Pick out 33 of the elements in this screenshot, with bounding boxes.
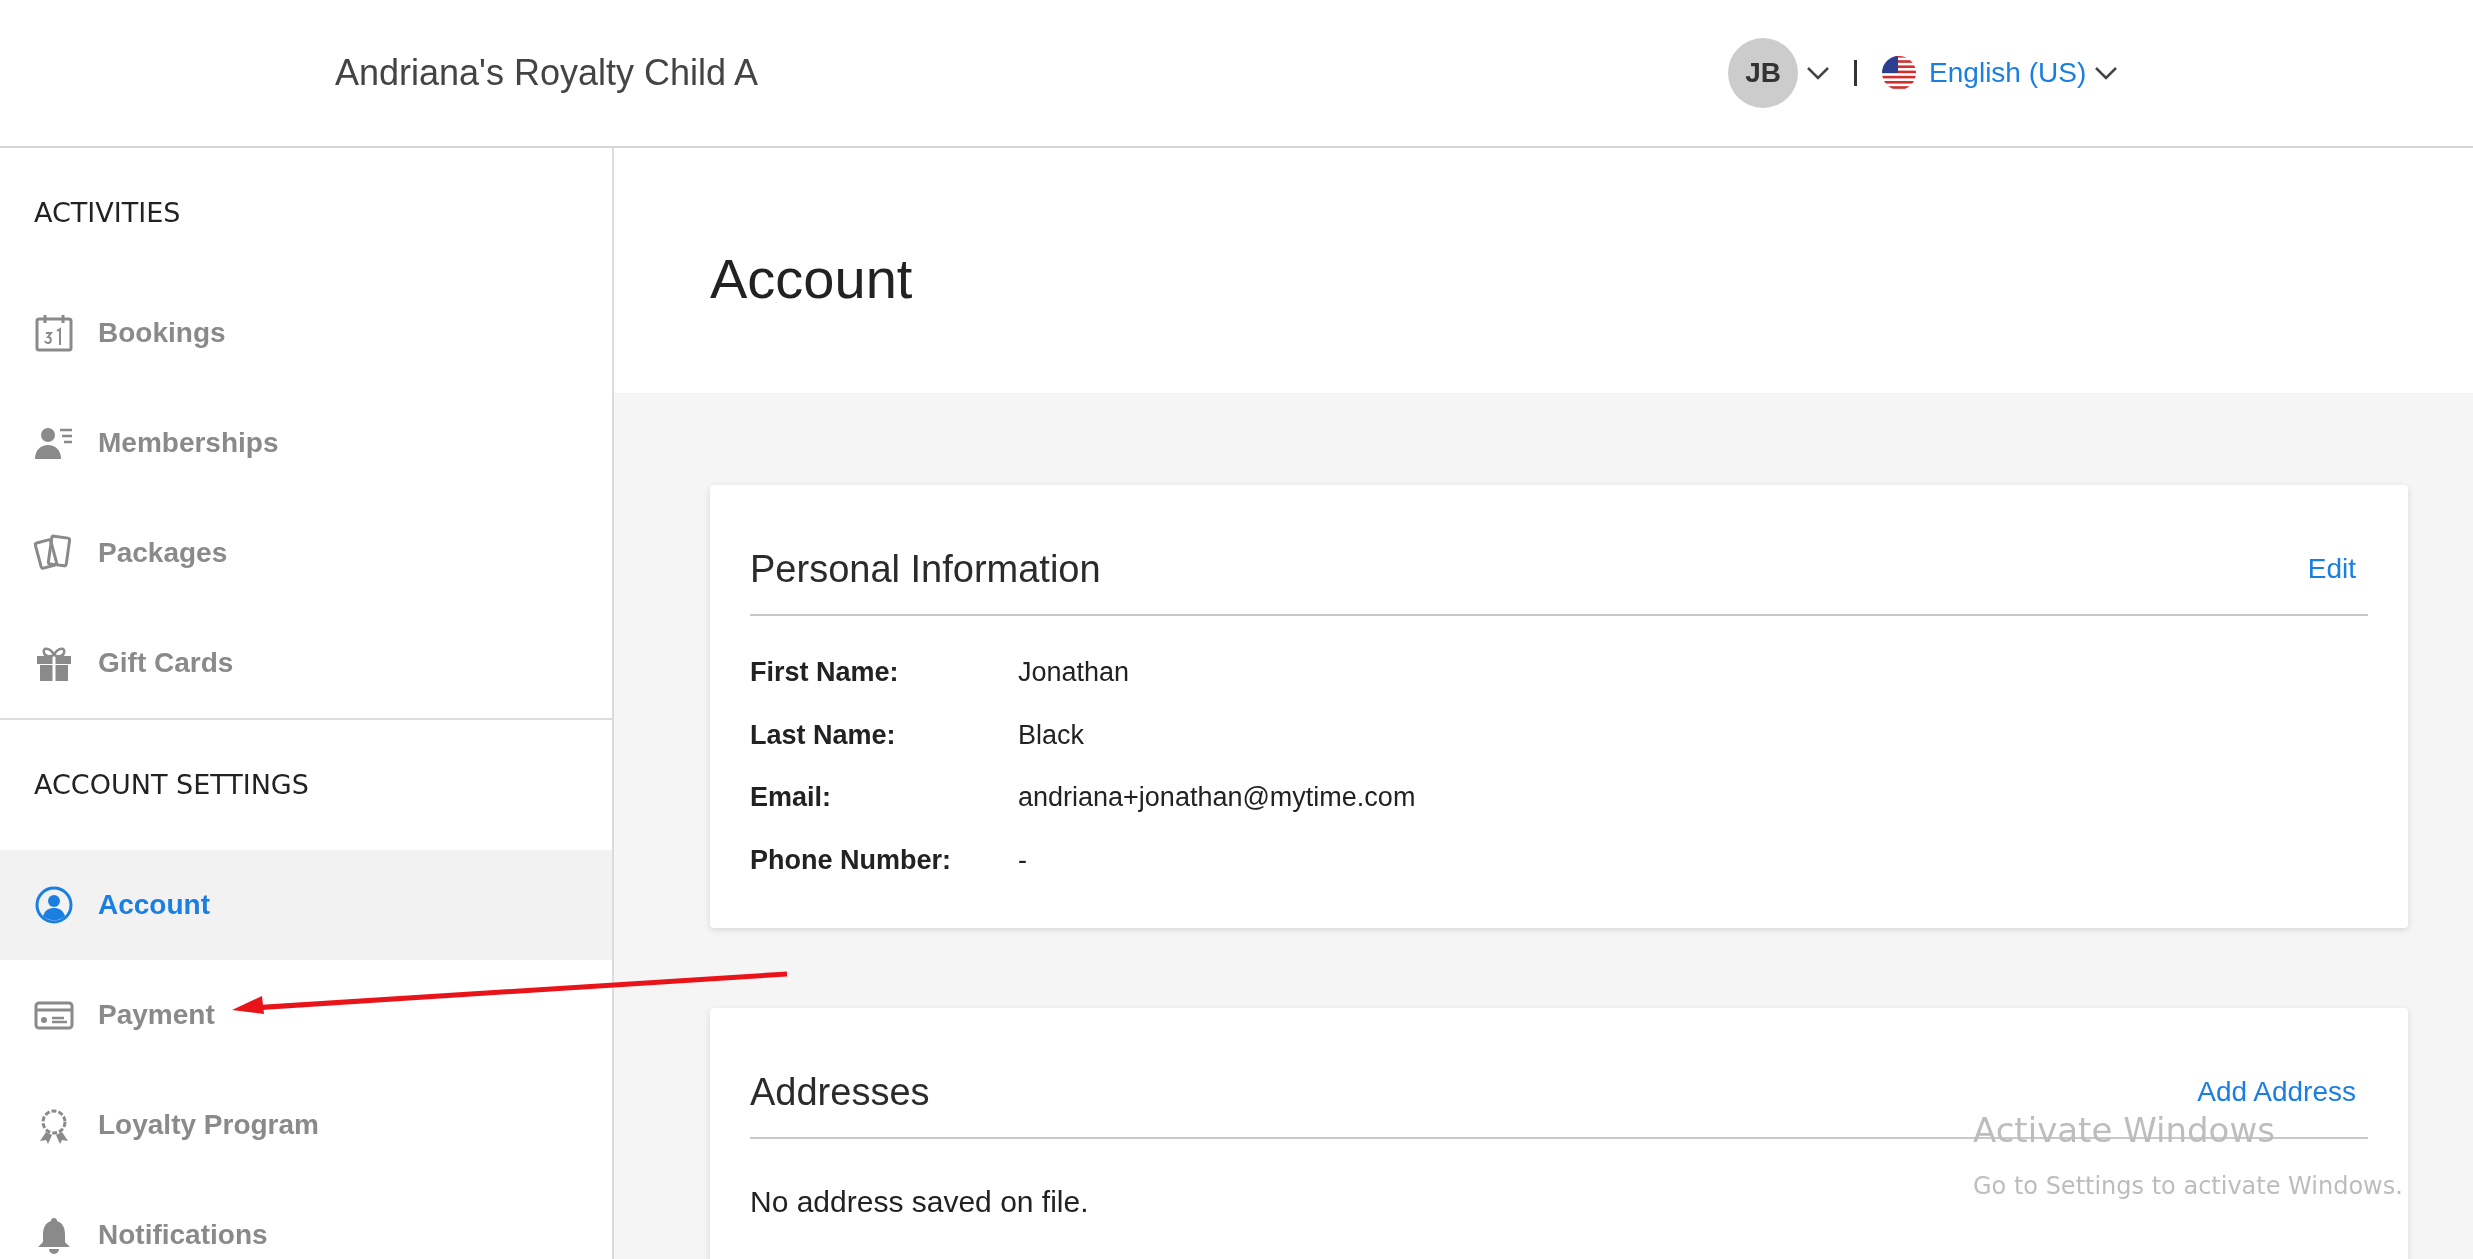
section-heading: ACTIVITIES	[34, 195, 181, 230]
field-value: -	[1018, 843, 1028, 877]
section-heading: ACCOUNT SETTINGS	[34, 767, 309, 802]
avatar-button[interactable]: JB	[1728, 38, 1799, 108]
empty-message: No address saved on file.	[750, 1184, 1089, 1220]
account-title: Andriana's Royalty Child A	[335, 51, 759, 95]
sidebar-item[interactable]: Payment	[0, 960, 612, 1070]
sidebar-item[interactable]: Bookings	[0, 278, 612, 388]
sidebar-item[interactable]: Account	[0, 850, 612, 960]
language-selector[interactable]: English (US)	[1929, 52, 2087, 94]
chevron-down-icon	[2094, 66, 2119, 80]
card-title: Addresses	[750, 1070, 930, 1115]
sidebar-item[interactable]: Packages	[0, 498, 612, 608]
flag-icon	[1881, 55, 1918, 91]
edit-link[interactable]: Edit	[2307, 548, 2356, 590]
field-value: Black	[1018, 718, 1086, 752]
field-value: andriana+jonathan@mytime.com	[1018, 781, 1417, 814]
sidebar-item[interactable]: Loyalty Program	[0, 1070, 612, 1180]
user-icon	[34, 885, 74, 925]
field-label: Last Name:	[750, 718, 897, 752]
field-label: Phone Number:	[750, 843, 952, 877]
sidebar-item[interactable]: Memberships	[0, 388, 612, 498]
field-label: First Name:	[750, 656, 900, 689]
chevron-down-icon	[1806, 66, 1831, 80]
field-label: Email:	[750, 781, 833, 814]
cards-icon	[34, 533, 74, 573]
field-value: Jonathan	[1018, 656, 1131, 689]
sidebar-item[interactable]: Notifications	[0, 1180, 612, 1259]
activation-notice-text: Go to Settings to activate Windows.	[1973, 1171, 2403, 1202]
page-title: Account	[710, 245, 913, 312]
sidebar-item[interactable]: Gift Cards	[0, 608, 612, 718]
calendar-icon	[34, 313, 74, 353]
card-title: Personal Information	[750, 547, 1101, 592]
